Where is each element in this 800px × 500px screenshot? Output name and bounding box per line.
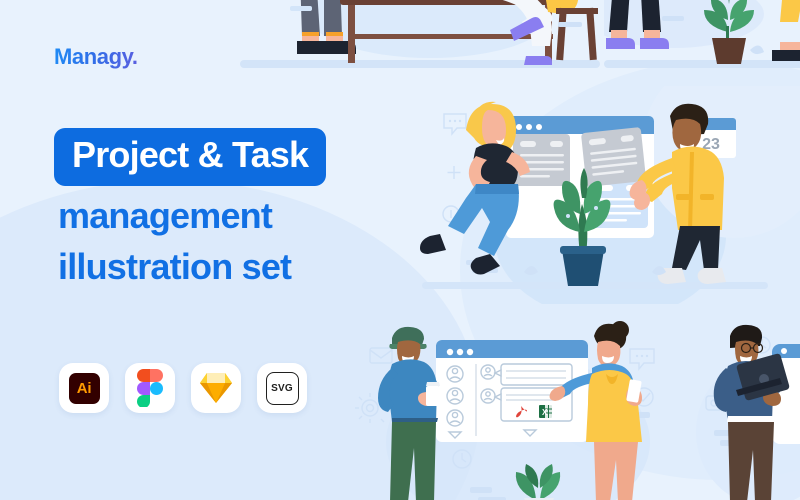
deco-chat-bubble-icon-right <box>629 348 655 371</box>
svg-text:X: X <box>542 408 548 417</box>
page-title-badge: Project & Task <box>54 128 327 186</box>
page-subtitle: management illustration set <box>58 190 292 293</box>
deco-envelope-icon <box>369 347 393 364</box>
illustration-main-task-handoff: 23 <box>420 86 800 304</box>
figma-icon <box>137 369 163 407</box>
brand-logo: Managy. <box>54 44 138 69</box>
excel-file-icon: X <box>539 405 552 418</box>
deco-chat-bubble-icon <box>443 113 467 136</box>
adobe-illustrator-icon: Ai <box>68 372 100 404</box>
sketch-icon <box>200 372 232 403</box>
svg-icon: SVG <box>265 371 299 405</box>
illustration-top-strip <box>240 0 600 68</box>
format-badge-ai[interactable]: Ai <box>59 363 109 413</box>
subtitle-line-2: illustration set <box>58 246 292 288</box>
format-badge-sketch[interactable] <box>191 363 241 413</box>
format-badge-svg[interactable]: SVG <box>257 363 307 413</box>
poster-canvas: 23 X Managy. Project & Task management i… <box>0 0 800 500</box>
deco-plus-icon <box>447 166 461 179</box>
format-badge-list: Ai SVG <box>59 363 307 413</box>
illustration-bottom-chat: X <box>355 321 655 500</box>
illustration-top-right <box>604 0 800 68</box>
illustration-bottom-right-laptop <box>696 324 800 500</box>
format-badge-figma[interactable] <box>125 363 175 413</box>
subtitle-line-1: management <box>58 195 273 236</box>
